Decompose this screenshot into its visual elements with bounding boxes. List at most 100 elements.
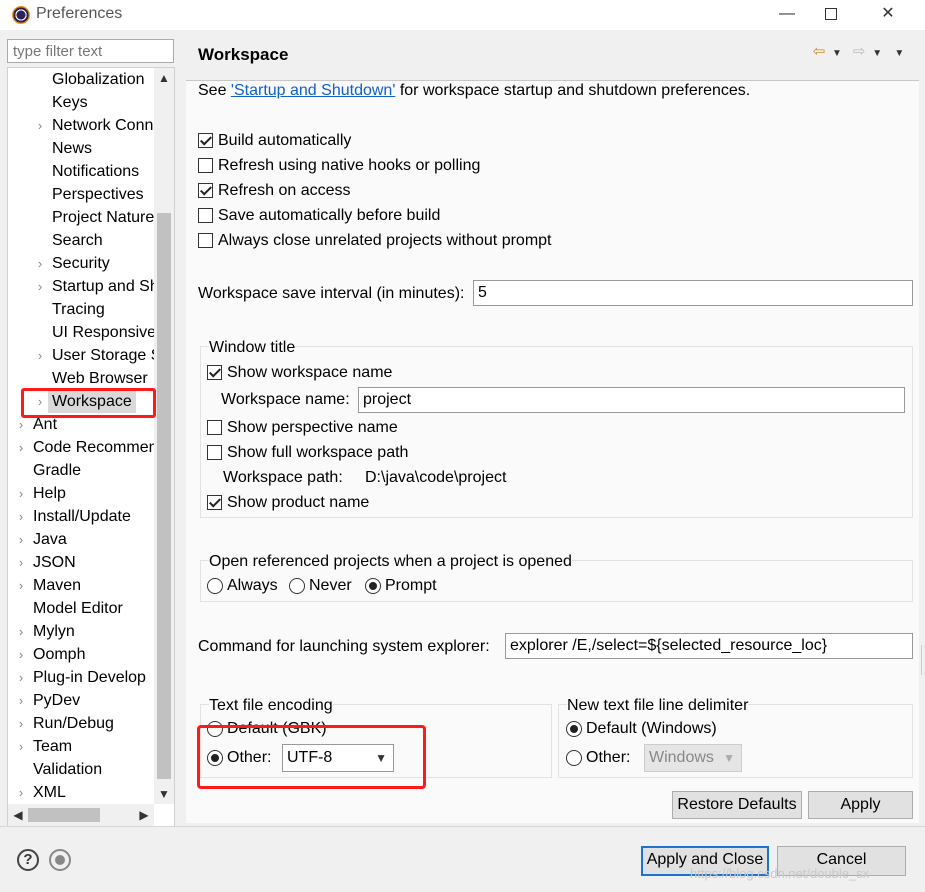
delimiter-select[interactable]: Windows ▼ <box>644 744 742 772</box>
tree-item-label: Run/Debug <box>33 715 114 732</box>
import-export-icon[interactable] <box>49 849 71 871</box>
close-button[interactable]: ✕ <box>865 0 911 30</box>
chevron-right-icon[interactable]: › <box>15 643 27 666</box>
tree-item-label: Search <box>52 232 103 249</box>
preference-page: Workspace ⇦ ▼ ⇨ ▼ ▼ See 'Startup and Shutd… <box>186 36 925 828</box>
checkbox-label: Build automatically <box>218 132 352 149</box>
checkbox-label: Refresh on access <box>218 182 351 199</box>
scroll-thumb[interactable] <box>157 213 171 779</box>
delimiter-select-value: Windows <box>649 749 714 766</box>
chevron-right-icon[interactable]: › <box>34 252 46 275</box>
checkbox-box[interactable] <box>198 233 213 248</box>
radio-circle[interactable] <box>566 721 582 737</box>
checkbox-label: Show workspace name <box>227 364 393 381</box>
window-title-group-label: Window title <box>209 338 296 358</box>
checkbox-label: Show product name <box>227 494 370 511</box>
chevron-right-icon[interactable]: › <box>34 114 46 137</box>
tree-list: Globalization Keys › Network Conn News Notifi… <box>8 68 154 804</box>
startup-shutdown-link[interactable]: 'Startup and Shutdown' <box>231 82 395 99</box>
radio-label: Other: <box>586 749 631 766</box>
help-icon[interactable]: ? <box>17 849 39 871</box>
radio-circle[interactable] <box>289 578 305 594</box>
apply-button[interactable]: Apply <box>808 791 913 819</box>
checkbox-box[interactable] <box>207 495 222 510</box>
encoding-highlight-box <box>197 725 426 789</box>
tree-item-label: Startup and Sh <box>52 278 154 295</box>
radio-circle[interactable] <box>365 578 381 594</box>
tree-item-label: Model Editor <box>33 600 123 617</box>
hscroll-thumb[interactable] <box>28 808 100 822</box>
chevron-right-icon[interactable]: › <box>15 712 27 735</box>
tree-item-label: PyDev <box>33 692 81 709</box>
back-arrow-icon[interactable]: ⇦ <box>810 42 828 60</box>
tree-item-label: Mylyn <box>33 623 75 640</box>
chevron-right-icon[interactable]: › <box>15 689 27 712</box>
checkbox-label: Save automatically before build <box>218 207 441 224</box>
intro-text: See 'Startup and Shutdown' for workspace… <box>198 81 750 101</box>
chevron-right-icon[interactable]: › <box>15 436 27 459</box>
checkbox-box[interactable] <box>198 208 213 223</box>
chevron-right-icon[interactable]: › <box>15 551 27 574</box>
workspace-name-label: Workspace name: <box>221 391 350 408</box>
view-menu-icon[interactable]: ▼ <box>890 48 908 59</box>
chevron-right-icon[interactable]: › <box>15 781 27 804</box>
radio-circle[interactable] <box>207 578 223 594</box>
checkbox-box[interactable] <box>207 420 222 435</box>
tree-item-label: JSON <box>33 554 76 571</box>
tree-item-label: Help <box>33 485 66 502</box>
preferences-tree: Globalization Keys › Network Conn News Notifi… <box>7 67 175 827</box>
tree-item-label: Oomph <box>33 646 86 663</box>
chevron-right-icon[interactable]: › <box>15 574 27 597</box>
tree-item-label: Java <box>33 531 67 548</box>
forward-arrow-icon[interactable]: ⇨ <box>850 42 868 60</box>
checkbox-box[interactable] <box>198 133 213 148</box>
right-edge-scroll-hint <box>921 645 922 675</box>
checkbox-box[interactable] <box>198 183 213 198</box>
chevron-right-icon[interactable]: › <box>15 735 27 758</box>
footer-separator <box>0 826 925 827</box>
tree-item-label: Keys <box>52 94 88 111</box>
minimize-button[interactable]: — <box>764 0 810 30</box>
window-title: Preferences <box>36 5 123 22</box>
open-referenced-group: Open referenced projects when a project … <box>200 552 913 602</box>
workspace-path-label: Workspace path: <box>223 469 343 486</box>
watermark-text: https://blog.csdn.net/double_sx <box>690 866 870 881</box>
tree-item-label: XML <box>33 784 66 801</box>
radio-circle[interactable] <box>566 750 582 766</box>
maximize-button[interactable] <box>808 0 854 30</box>
radio-label: Prompt <box>385 577 437 594</box>
explorer-command-input[interactable] <box>505 633 913 659</box>
workspace-path-value: D:\java\code\project <box>365 469 507 486</box>
chevron-right-icon[interactable]: › <box>15 482 27 505</box>
scroll-left-arrow-icon[interactable]: ◀ <box>8 804 28 826</box>
chevron-right-icon[interactable]: › <box>15 505 27 528</box>
checkbox-box[interactable] <box>207 365 222 380</box>
radio-label: Default (Windows) <box>586 720 717 737</box>
tree-item-label: UI Responsive <box>52 324 154 341</box>
checkbox-box[interactable] <box>207 445 222 460</box>
save-interval-input[interactable] <box>473 280 913 306</box>
restore-defaults-button[interactable]: Restore Defaults <box>672 791 802 819</box>
back-dropdown-icon[interactable]: ▼ <box>828 48 846 59</box>
workspace-name-input[interactable] <box>358 387 905 413</box>
checkbox-box[interactable] <box>198 158 213 173</box>
scroll-right-arrow-icon[interactable]: ▶ <box>134 804 154 826</box>
filter-input[interactable] <box>7 39 174 63</box>
forward-dropdown-icon[interactable]: ▼ <box>868 48 886 59</box>
chevron-right-icon[interactable]: › <box>15 666 27 689</box>
chevron-right-icon[interactable]: › <box>15 528 27 551</box>
radio-label: Always <box>227 577 278 594</box>
tree-horizontal-scrollbar[interactable]: ◀ ▶ <box>8 804 154 826</box>
tree-vertical-scrollbar[interactable]: ▲ ▼ <box>154 68 174 804</box>
tree-item-label: Globalization <box>52 71 145 88</box>
chevron-right-icon[interactable]: › <box>15 620 27 643</box>
chevron-right-icon[interactable]: › <box>34 275 46 298</box>
tree-item-label: Code Recommen <box>33 439 154 456</box>
tree-item-label: Plug-in Develop <box>33 669 146 686</box>
chevron-right-icon[interactable]: › <box>34 344 46 367</box>
scroll-down-arrow-icon[interactable]: ▼ <box>154 784 174 804</box>
tree-item-label: Gradle <box>33 462 82 479</box>
intro-prefix: See <box>198 82 231 99</box>
tree-item-label: Team <box>33 738 73 755</box>
scroll-up-arrow-icon[interactable]: ▲ <box>154 68 174 88</box>
